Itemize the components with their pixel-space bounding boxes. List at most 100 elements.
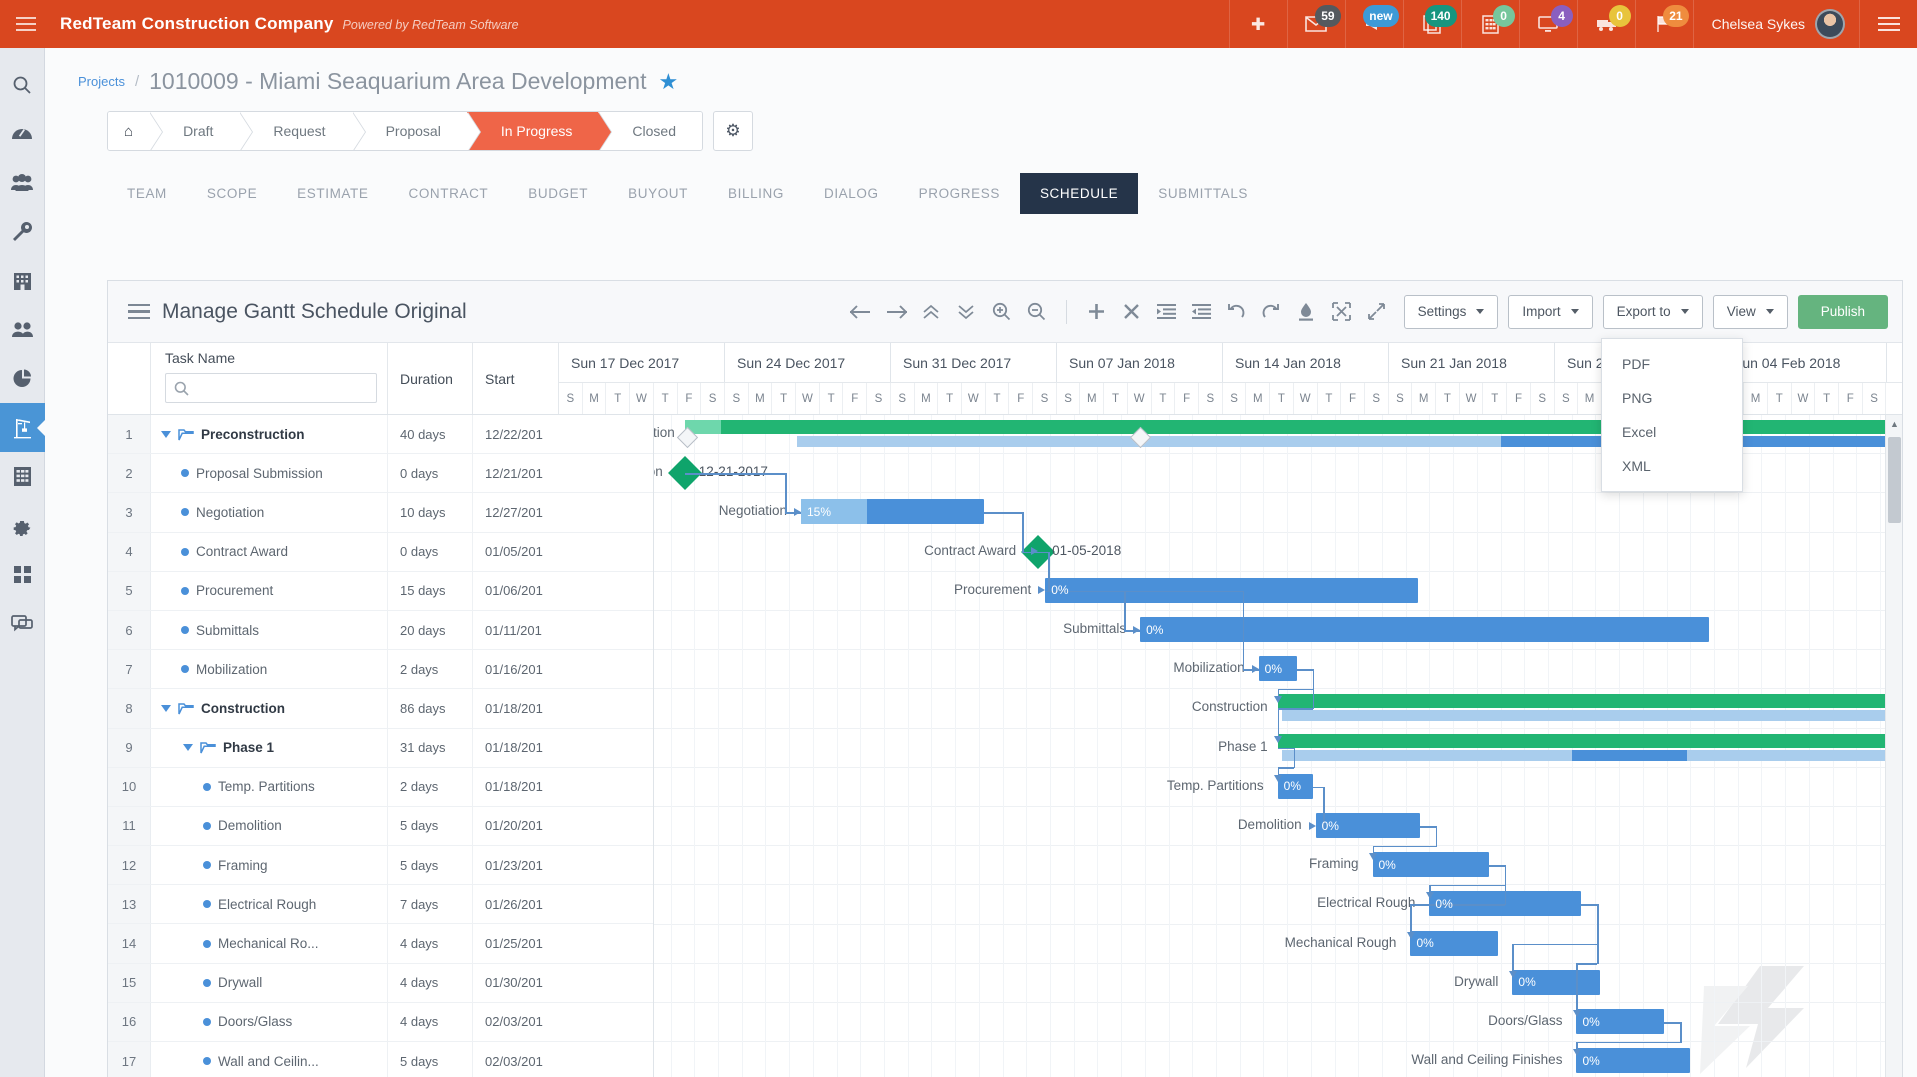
export-menu-item-xml[interactable]: XML [1602,449,1742,483]
table-row[interactable]: 9 Phase 1 31 days 01/18/201 [108,728,653,768]
table-row[interactable]: 6 Submittals 20 days 01/11/201 [108,610,653,651]
gantt-task-bar[interactable]: 0% [1512,969,1601,995]
table-row[interactable]: 14 Mechanical Ro... 4 days 01/25/201 [108,924,653,964]
workflow-settings-gear-icon[interactable]: ⚙ [713,111,754,151]
export-menu[interactable]: PDF PNG Excel XML [1601,338,1743,492]
task-name-cell[interactable]: Phase 1 [151,728,388,767]
table-row[interactable]: 16 Doors/Glass 4 days 02/03/201 [108,1002,653,1042]
export-menu-item-pdf[interactable]: PDF [1602,347,1742,381]
sidebar-item-company[interactable] [0,256,45,305]
table-row[interactable]: 12 Framing 5 days 01/23/201 [108,846,653,886]
redo-icon[interactable] [1254,292,1289,332]
equipment-button[interactable]: 0 [1576,0,1635,48]
settings-dropdown-button[interactable]: Settings [1403,294,1499,329]
indent-icon[interactable] [1149,292,1184,332]
chevron-down-double-icon[interactable] [949,292,984,332]
expand-collapse-caret-icon[interactable] [183,744,193,752]
export-menu-item-excel[interactable]: Excel [1602,415,1742,449]
task-name-cell[interactable]: Framing [151,846,388,885]
favorite-star-icon[interactable]: ★ [658,69,678,95]
gantt-task-bar[interactable]: 0% [1258,656,1297,682]
task-name-cell[interactable]: Submittals [151,610,388,650]
gantt-task-bar[interactable]: 15% [801,499,984,525]
tab-buyout[interactable]: BUYOUT [608,173,708,214]
tab-dialog[interactable]: DIALOG [804,173,899,214]
import-dropdown-button[interactable]: Import [1508,294,1593,329]
table-row[interactable]: 5 Procurement 15 days 01/06/201 [108,571,653,611]
sidebar-item-search[interactable] [0,60,45,109]
workflow-step-closed[interactable]: Closed [598,112,703,150]
gantt-chart-area[interactable]: construction Submission 12-21-2017 15% Negot… [654,415,1902,1077]
gantt-task-bar[interactable]: 0% [1277,773,1314,799]
accounting-button[interactable]: 0 [1460,0,1519,48]
arrow-right-icon[interactable] [879,292,914,332]
task-name-cell[interactable]: Construction [151,689,388,728]
vertical-scrollbar[interactable]: ▲ ▼ [1885,415,1902,1077]
search-input[interactable] [165,373,377,403]
task-name-cell[interactable]: Preconstruction [151,415,388,454]
table-row[interactable]: 2 Proposal Submission 0 days 12/21/201 [108,454,653,494]
table-row[interactable]: 13 Electrical Rough 7 days 01/26/201 [108,885,653,925]
tab-submittals[interactable]: SUBMITTALS [1138,173,1268,214]
tab-schedule[interactable]: SCHEDULE [1019,173,1139,214]
tab-contract[interactable]: CONTRACT [388,173,508,214]
sidebar-item-apps[interactable] [0,550,45,599]
sidebar-item-contacts[interactable] [0,305,45,354]
tab-scope[interactable]: SCOPE [187,173,277,214]
sidebar-item-projects[interactable] [0,403,45,452]
workflow-step-request[interactable]: Request [239,112,366,150]
sidebar-item-settings[interactable] [0,501,45,550]
view-dropdown-button[interactable]: View [1712,294,1788,329]
gantt-task-bar[interactable]: 0% [1576,1048,1691,1074]
messages-button[interactable]: 59 [1286,0,1345,48]
arrow-left-icon[interactable] [844,292,879,332]
gantt-task-bar[interactable]: 0% [1410,930,1499,956]
task-name-cell[interactable]: Wall and Ceilin... [151,1042,388,1077]
task-name-cell[interactable]: Contract Award [151,532,388,571]
right-menu-burger-icon[interactable] [1859,0,1917,48]
workflow-step-in-progress[interactable]: In Progress [466,112,612,150]
gantt-task-bar[interactable]: 0% [1315,813,1420,838]
table-row[interactable]: 15 Drywall 4 days 01/30/201 [108,963,653,1003]
fill-color-icon[interactable] [1289,292,1324,332]
publish-button[interactable]: Publish [1797,294,1888,329]
export-menu-item-png[interactable]: PNG [1602,381,1742,415]
tab-team[interactable]: TEAM [107,173,187,214]
tab-billing[interactable]: BILLING [708,173,804,214]
table-row[interactable]: 11 Demolition 5 days 01/20/201 [108,806,653,847]
table-row[interactable]: 1 Preconstruction 40 days 12/22/201 [108,415,653,455]
table-row[interactable]: 8 Construction 86 days 01/18/201 [108,689,653,729]
workflow-home-button[interactable]: ⌂ [108,112,164,150]
gantt-summary-bar[interactable] [1277,733,1902,748]
tab-progress[interactable]: PROGRESS [899,173,1020,214]
scroll-up-icon[interactable]: ▲ [1886,415,1903,433]
add-new-button[interactable]: ✚ [1228,0,1287,48]
tab-budget[interactable]: BUDGET [508,173,608,214]
task-name-cell[interactable]: Negotiation [151,493,388,532]
zoom-in-icon[interactable] [984,292,1019,332]
main-menu-burger-icon[interactable] [0,0,52,48]
outdent-icon[interactable] [1184,292,1219,332]
sidebar-item-reports[interactable] [0,354,45,403]
gantt-task-bar[interactable]: 0% [1576,1009,1665,1034]
devices-button[interactable]: 4 [1518,0,1577,48]
task-name-cell[interactable]: Proposal Submission [151,454,388,493]
task-name-cell[interactable]: Doors/Glass [151,1002,388,1041]
gantt-menu-burger-icon[interactable] [122,303,156,320]
table-row[interactable]: 7 Mobilization 2 days 01/16/201 [108,650,653,690]
workflow-step-proposal[interactable]: Proposal [351,112,482,150]
task-name-cell[interactable]: Temp. Partitions [151,767,388,806]
vertical-scroll-thumb[interactable] [1888,437,1901,523]
zoom-out-icon[interactable] [1019,292,1054,332]
announcements-button[interactable]: new [1344,0,1403,48]
table-row[interactable]: 17 Wall and Ceilin... 5 days 02/03/201 [108,1042,653,1077]
gantt-task-bar[interactable]: 0% [1372,852,1489,878]
task-name-cell[interactable]: Drywall [151,963,388,1002]
gantt-task-bar[interactable]: 0% [1140,617,1710,642]
close-x-icon[interactable] [1114,292,1149,332]
expand-collapse-caret-icon[interactable] [161,430,171,438]
documents-button[interactable]: 140 [1402,0,1461,48]
breadcrumb-projects-link[interactable]: Projects [78,74,125,89]
user-menu[interactable]: Chelsea Sykes [1692,0,1859,48]
fit-screen-icon[interactable] [1324,292,1359,332]
